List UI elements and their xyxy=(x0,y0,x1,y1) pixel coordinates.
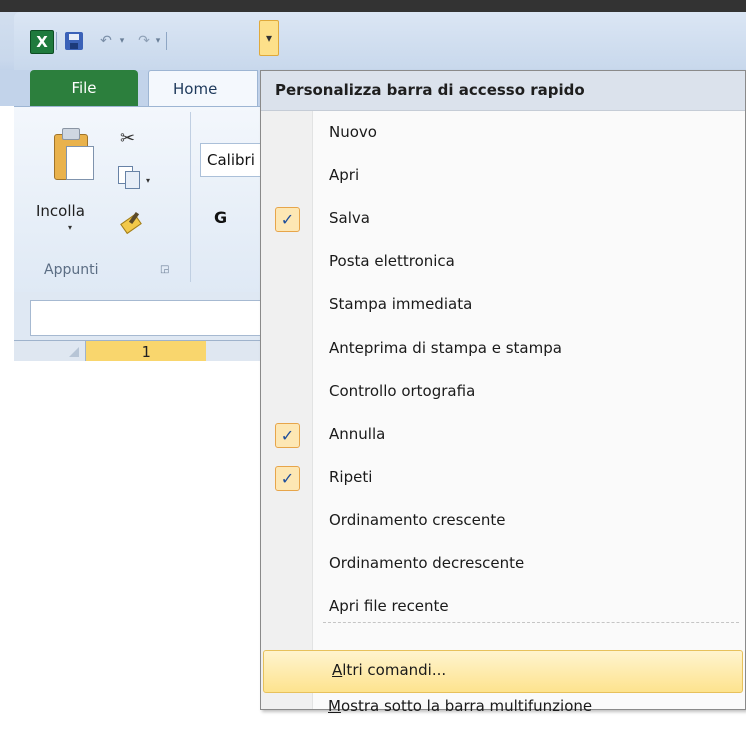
copy-dropdown-icon[interactable]: ▾ xyxy=(146,176,150,185)
menu-item-label: Controllo ortografia xyxy=(329,381,476,400)
redo-button[interactable]: ↷ xyxy=(133,30,155,52)
menu-item[interactable]: ✓ Annulla xyxy=(261,415,745,458)
checkmark-icon: ✓ xyxy=(275,422,300,448)
paste-icon[interactable] xyxy=(54,128,94,180)
clipboard-group-label: Appunti xyxy=(44,262,99,278)
name-box[interactable] xyxy=(30,300,270,336)
menu-item[interactable]: ✓Controllo ortografia xyxy=(261,372,745,415)
undo-button[interactable]: ↶ xyxy=(95,30,117,52)
font-name-combo[interactable]: Calibri xyxy=(200,143,262,177)
select-all-corner[interactable] xyxy=(30,341,86,361)
copy-icon[interactable] xyxy=(118,166,140,189)
menu-item[interactable]: ✓Stampa immediata xyxy=(261,285,745,328)
menu-item-label: Altri comandi... xyxy=(332,661,447,679)
menu-item-label: Anteprima di stampa e stampa xyxy=(329,338,562,357)
menu-item-label: Ordinamento decrescente xyxy=(329,554,525,572)
column-header[interactable]: 1 xyxy=(86,341,206,361)
tab-home[interactable]: Home xyxy=(148,70,258,107)
menu-item-label: Apri file recente xyxy=(329,597,449,616)
menu-item-label: Apri xyxy=(329,166,360,185)
cut-icon[interactable]: ✂ xyxy=(120,128,135,149)
paste-button-label[interactable]: Incolla xyxy=(36,202,85,220)
menu-item-label: Stampa immediata xyxy=(329,295,473,314)
excel-app-icon[interactable]: X xyxy=(30,30,54,54)
format-painter-icon[interactable] xyxy=(120,210,142,232)
menu-item[interactable]: ✓Anteprima di stampa e stampa xyxy=(261,329,745,372)
tab-file[interactable]: File xyxy=(30,70,138,106)
menu-item-show-below-ribbon[interactable]: Mostra sotto la barra multifunzione xyxy=(260,697,746,733)
menu-item[interactable]: ✓ Ripeti xyxy=(261,458,745,501)
toolbar-separator xyxy=(166,32,167,50)
group-divider xyxy=(190,112,191,282)
undo-dropdown-icon[interactable]: ▾ xyxy=(117,34,127,48)
bold-button[interactable]: G xyxy=(214,208,227,227)
menu-item[interactable]: ✓ Salva xyxy=(261,199,745,242)
menu-item-label: Salva xyxy=(329,209,370,228)
menu-item[interactable]: ✓Ordinamento crescente xyxy=(261,501,745,544)
menu-item[interactable]: ✓Apri file recente xyxy=(261,587,745,630)
menu-item[interactable]: ✓Apri xyxy=(261,156,745,199)
menu-item-label: Posta elettronica xyxy=(329,252,455,271)
checkmark-icon: ✓ xyxy=(275,465,300,491)
menu-item-label: Mostra sotto la barra multifunzione xyxy=(328,697,593,715)
menu-separator xyxy=(323,622,739,623)
dialog-launcher-icon[interactable]: ◲ xyxy=(160,264,169,275)
customize-toolbar-button[interactable]: ▾ xyxy=(259,20,279,56)
menu-item[interactable]: ✓Nuovo xyxy=(261,113,745,156)
menu-item[interactable]: ✓Posta elettronica xyxy=(261,242,745,285)
menu-item-label: Annulla xyxy=(329,424,386,443)
save-button[interactable] xyxy=(63,30,85,52)
menu-item-label: Ripeti xyxy=(329,467,373,486)
checkmark-icon: ✓ xyxy=(275,207,300,233)
menu-item-label: Nuovo xyxy=(329,123,377,141)
paste-dropdown-icon[interactable]: ▾ xyxy=(68,223,72,232)
menu-item[interactable]: ✓Ordinamento decrescente xyxy=(261,544,745,587)
menu-title: Personalizza barra di accesso rapido xyxy=(261,71,745,111)
save-icon xyxy=(65,32,83,50)
redo-dropdown-icon[interactable]: ▾ xyxy=(153,34,163,48)
menu-item-label: Ordinamento crescente xyxy=(329,510,506,529)
toolbar-separator xyxy=(56,32,57,50)
menu-item-more-commands[interactable]: Altri comandi... xyxy=(263,650,743,693)
customize-qat-menu: Personalizza barra di accesso rapido ✓Nu… xyxy=(260,70,746,710)
